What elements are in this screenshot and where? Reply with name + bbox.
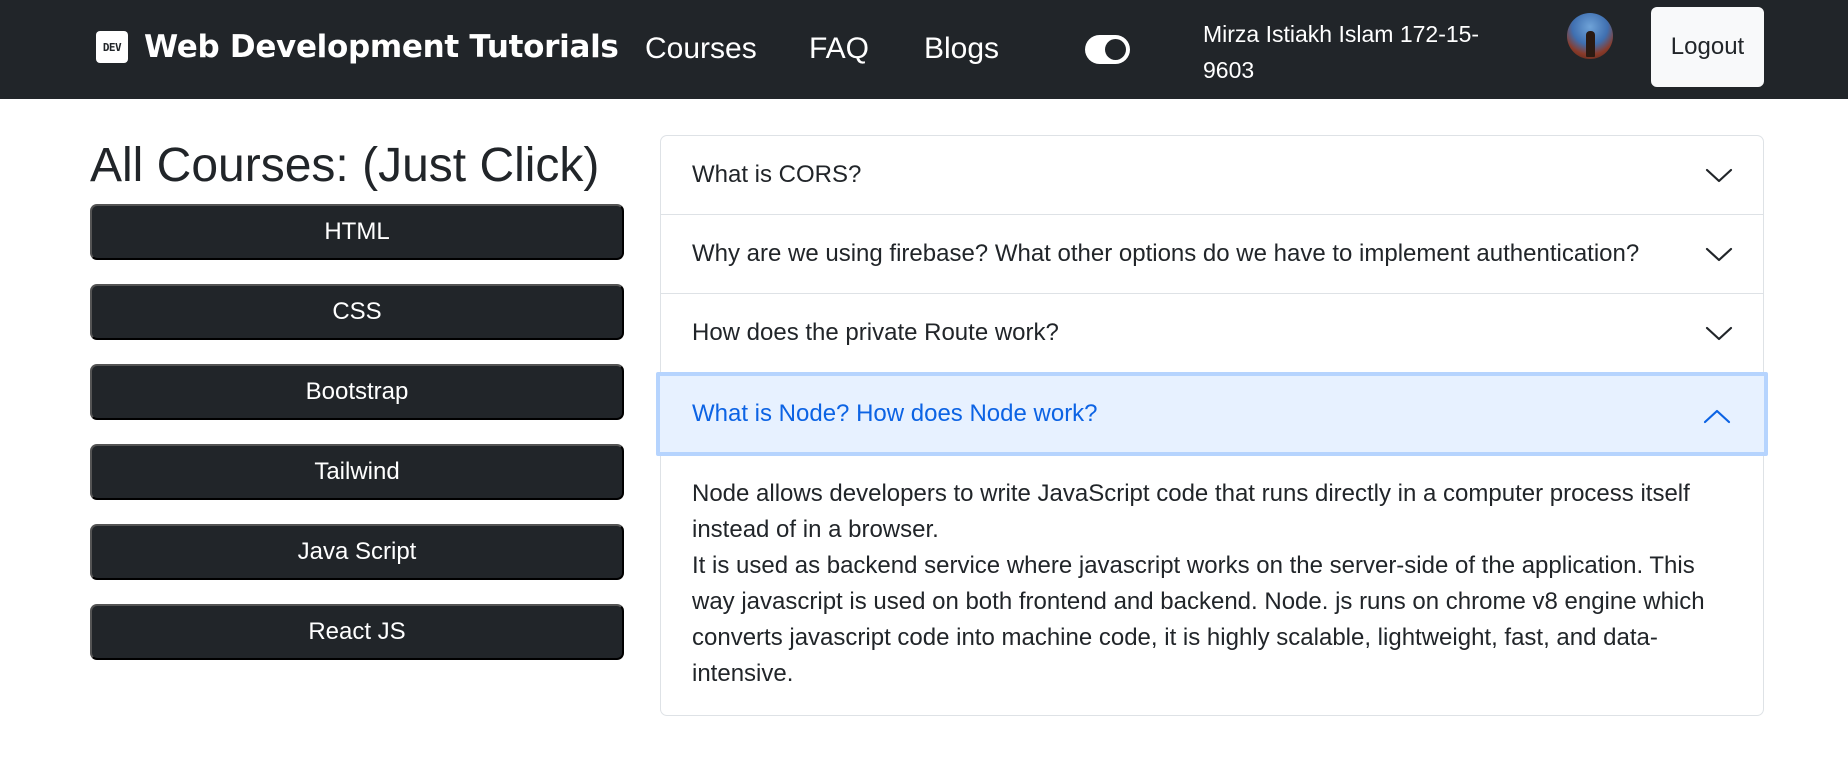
accordion-item: What is CORS? — [661, 136, 1763, 215]
toggle-knob — [1105, 39, 1126, 60]
course-button-tailwind[interactable]: Tailwind — [90, 444, 624, 500]
accordion-question: What is Node? How does Node work? — [692, 400, 1098, 427]
brand[interactable]: DEV Web Development Tutorials — [96, 29, 619, 65]
nav-link-courses[interactable]: Courses — [645, 32, 757, 66]
accordion-item: Why are we using firebase? What other op… — [661, 215, 1763, 294]
brand-title[interactable]: Web Development Tutorials — [144, 29, 619, 65]
course-button-bootstrap[interactable]: Bootstrap — [90, 364, 624, 420]
user-name: Mirza Istiakh Islam 172-15-9603 — [1203, 21, 1480, 83]
accordion-header-private-route[interactable]: How does the private Route work? — [661, 294, 1763, 372]
course-button-html[interactable]: HTML — [90, 204, 624, 260]
chevron-down-icon — [1705, 247, 1733, 262]
courses-heading: All Courses: (Just Click) — [90, 139, 600, 192]
accordion-header-node[interactable]: What is Node? How does Node work? — [656, 372, 1768, 456]
chevron-up-icon — [1703, 409, 1731, 424]
avatar-figure — [1586, 31, 1595, 57]
nav-link-blogs[interactable]: Blogs — [924, 32, 999, 66]
avatar[interactable] — [1567, 13, 1613, 59]
dev-logo-icon: DEV — [96, 31, 128, 63]
nav-link-faq[interactable]: FAQ — [809, 32, 869, 66]
chevron-down-icon — [1705, 168, 1733, 183]
accordion-header-firebase[interactable]: Why are we using firebase? What other op… — [661, 215, 1763, 293]
accordion-question: How does the private Route work? — [692, 319, 1059, 346]
chevron-down-icon — [1705, 326, 1733, 341]
course-button-javascript[interactable]: Java Script — [90, 524, 624, 580]
accordion-answer: Node allows developers to write JavaScri… — [692, 476, 1742, 692]
accordion-question: What is CORS? — [692, 161, 862, 188]
answer-paragraph-2: It is used as backend service where java… — [692, 552, 1705, 687]
accordion-item: How does the private Route work? — [661, 294, 1763, 373]
accordion-question: Why are we using firebase? What other op… — [692, 240, 1640, 267]
accordion-header-cors[interactable]: What is CORS? — [661, 136, 1763, 214]
answer-paragraph-1: Node allows developers to write JavaScri… — [692, 480, 1690, 543]
navbar: DEV Web Development Tutorials Courses FA… — [0, 0, 1848, 99]
theme-toggle[interactable] — [1085, 35, 1130, 64]
logout-button[interactable]: Logout — [1651, 7, 1764, 87]
course-button-css[interactable]: CSS — [90, 284, 624, 340]
faq-accordion: What is CORS? Why are we using firebase?… — [656, 135, 1768, 716]
course-button-reactjs[interactable]: React JS — [90, 604, 624, 660]
